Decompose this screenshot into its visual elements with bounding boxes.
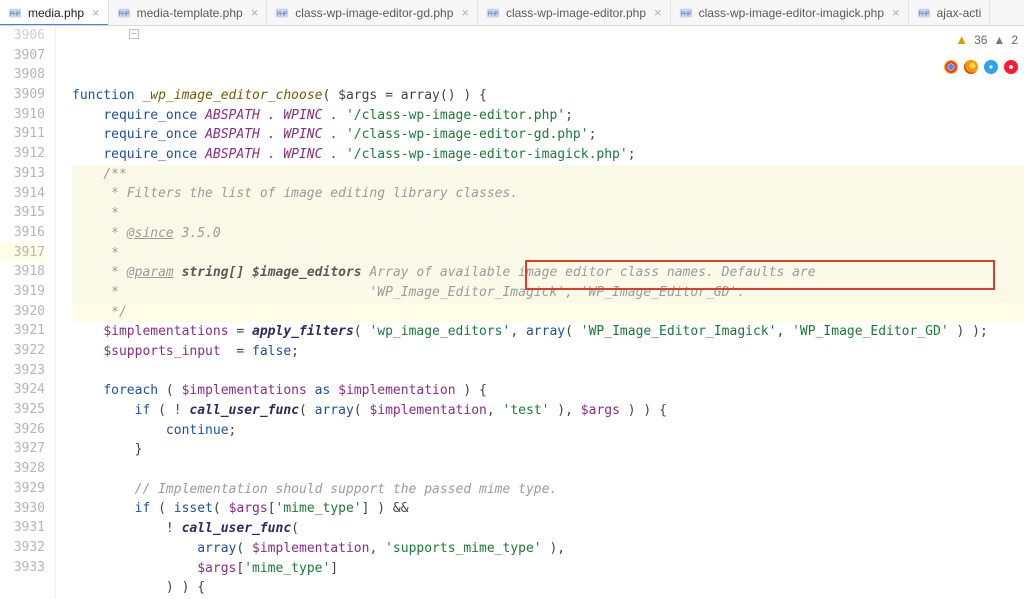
code-line[interactable]: function _wp_image_editor_choose( $args … xyxy=(72,86,1024,106)
tab-class-wp-image-editor[interactable]: PHP class-wp-image-editor.php × xyxy=(478,0,671,25)
code-line[interactable] xyxy=(72,362,1024,382)
svg-text:PHP: PHP xyxy=(277,11,288,17)
tab-media-template-php[interactable]: PHP media-template.php × xyxy=(109,0,268,25)
tab-label: class-wp-image-editor-gd.php xyxy=(295,6,453,20)
close-icon[interactable]: × xyxy=(461,5,469,20)
code-line[interactable]: /** xyxy=(72,165,1024,185)
code-line[interactable]: ! call_user_func( xyxy=(72,519,1024,539)
close-icon[interactable]: × xyxy=(251,5,259,20)
code-line[interactable]: * @param string[] $image_editors Array o… xyxy=(72,263,1024,283)
code-line[interactable]: if ( isset( $args['mime_type'] ) && xyxy=(72,499,1024,519)
chrome-icon[interactable] xyxy=(944,60,958,74)
svg-text:PHP: PHP xyxy=(10,11,21,17)
warning-icon: ▲ xyxy=(955,32,968,47)
close-icon[interactable]: × xyxy=(654,5,662,20)
info-count: 2 xyxy=(1011,33,1018,47)
code-line[interactable]: * xyxy=(72,204,1024,224)
tab-label: media-template.php xyxy=(137,6,243,20)
svg-text:PHP: PHP xyxy=(680,11,691,17)
tab-class-wp-image-editor-imagick[interactable]: PHP class-wp-image-editor-imagick.php × xyxy=(671,0,909,25)
svg-text:PHP: PHP xyxy=(118,11,129,17)
php-file-icon: PHP xyxy=(275,6,289,20)
safari-icon[interactable] xyxy=(984,60,998,74)
code-line[interactable]: */ xyxy=(72,303,1024,323)
tab-label: ajax-acti xyxy=(937,6,982,20)
code-line[interactable]: if ( ! call_user_func( array( $implement… xyxy=(72,401,1024,421)
code-line[interactable]: require_once ABSPATH . WPINC . '/class-w… xyxy=(72,145,1024,165)
code-line[interactable]: require_once ABSPATH . WPINC . '/class-w… xyxy=(72,125,1024,145)
browser-preview-icons xyxy=(944,60,1018,74)
warning-count: 36 xyxy=(974,33,987,47)
code-line[interactable]: * Filters the list of image editing libr… xyxy=(72,184,1024,204)
editor-tab-bar: PHP media.php × PHP media-template.php ×… xyxy=(0,0,1024,26)
code-line[interactable]: * 'WP_Image_Editor_Imagick', 'WP_Image_E… xyxy=(72,283,1024,303)
close-icon[interactable]: × xyxy=(92,5,100,20)
code-line[interactable]: // Implementation should support the pas… xyxy=(72,480,1024,500)
tab-ajax-actions[interactable]: PHP ajax-acti xyxy=(909,0,991,25)
svg-text:PHP: PHP xyxy=(918,11,929,17)
tab-label: class-wp-image-editor-imagick.php xyxy=(699,6,884,20)
code-line[interactable]: ) ) { xyxy=(72,578,1024,598)
code-line[interactable]: $supports_input = false; xyxy=(72,342,1024,362)
php-file-icon: PHP xyxy=(8,6,22,20)
tab-label: class-wp-image-editor.php xyxy=(506,6,646,20)
code-editor[interactable]: 3906390739083909391039113912391339143915… xyxy=(0,26,1024,599)
fold-marker-icon[interactable]: – xyxy=(129,29,139,39)
code-line[interactable]: * @since 3.5.0 xyxy=(72,224,1024,244)
code-line[interactable] xyxy=(72,460,1024,480)
tab-media-php[interactable]: PHP media.php × xyxy=(0,0,109,25)
code-line[interactable]: * xyxy=(72,244,1024,264)
problems-status[interactable]: ▲ 36 ▲ 2 xyxy=(955,32,1018,47)
close-icon[interactable]: × xyxy=(892,5,900,20)
tab-label: media.php xyxy=(28,6,84,20)
php-file-icon: PHP xyxy=(117,6,131,20)
php-file-icon: PHP xyxy=(917,6,931,20)
code-line[interactable]: foreach ( $implementations as $implement… xyxy=(72,381,1024,401)
php-file-icon: PHP xyxy=(679,6,693,20)
code-line[interactable]: $implementations = apply_filters( 'wp_im… xyxy=(72,322,1024,342)
weak-warning-icon: ▲ xyxy=(993,33,1005,47)
code-line[interactable]: continue; xyxy=(72,421,1024,441)
svg-text:PHP: PHP xyxy=(488,11,499,17)
code-line[interactable]: } xyxy=(72,440,1024,460)
code-line[interactable]: array( $implementation, 'supports_mime_t… xyxy=(72,539,1024,559)
code-line[interactable]: require_once ABSPATH . WPINC . '/class-w… xyxy=(72,106,1024,126)
fold-column xyxy=(56,26,72,599)
firefox-icon[interactable] xyxy=(964,60,978,74)
line-number-gutter: 3906390739083909391039113912391339143915… xyxy=(0,26,56,599)
code-area[interactable]: – function _wp_image_editor_choose( $arg… xyxy=(72,26,1024,599)
php-file-icon: PHP xyxy=(486,6,500,20)
tab-class-wp-image-editor-gd[interactable]: PHP class-wp-image-editor-gd.php × xyxy=(267,0,478,25)
opera-icon[interactable] xyxy=(1004,60,1018,74)
code-line[interactable]: $args['mime_type'] xyxy=(72,559,1024,579)
